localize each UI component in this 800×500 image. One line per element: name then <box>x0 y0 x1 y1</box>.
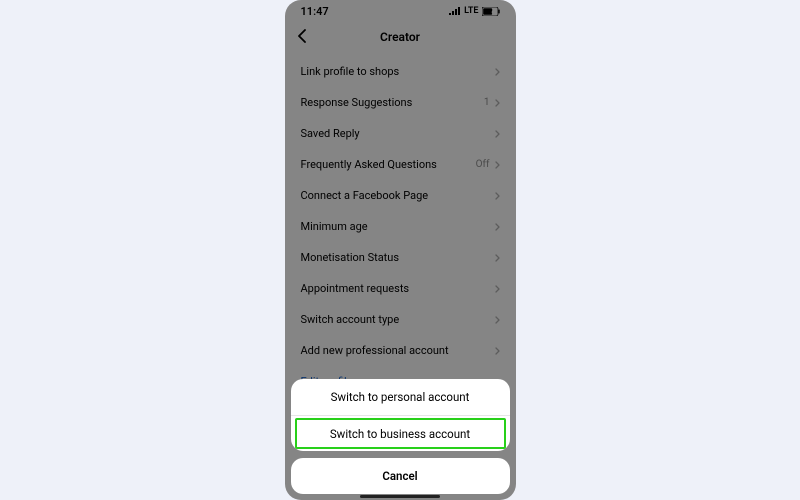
phone-frame: 11:47 LTE 62 Creator Link profile to sho… <box>285 0 516 500</box>
action-sheet: Switch to personal account Switch to bus… <box>291 379 510 494</box>
sheet-options-group: Switch to personal account Switch to bus… <box>291 379 510 451</box>
option-label: Switch to personal account <box>331 390 470 404</box>
switch-business-option[interactable]: Switch to business account <box>291 415 510 451</box>
home-indicator[interactable] <box>360 495 440 499</box>
switch-personal-option[interactable]: Switch to personal account <box>291 379 510 415</box>
option-label: Switch to business account <box>330 427 470 441</box>
cancel-label: Cancel <box>382 469 417 483</box>
cancel-button[interactable]: Cancel <box>291 458 510 494</box>
